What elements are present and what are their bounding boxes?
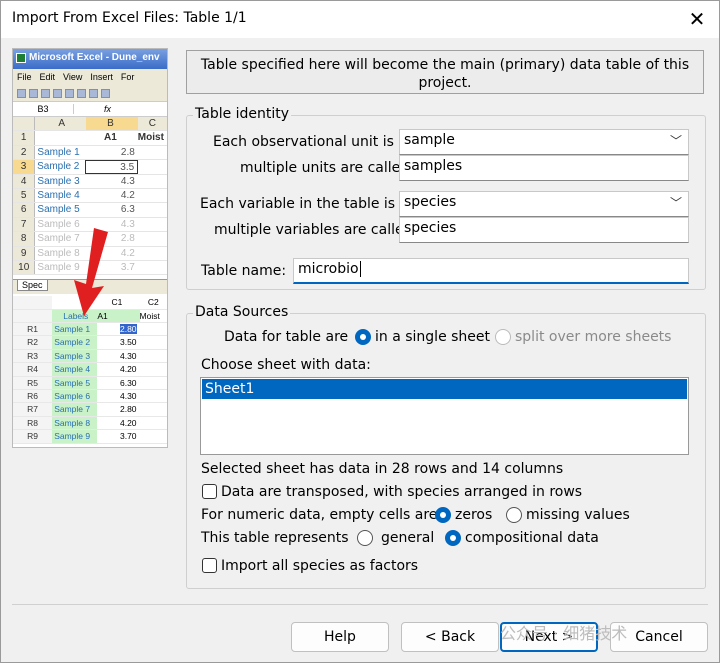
close-button[interactable]: ✕	[674, 0, 720, 38]
red-arrow-icon	[74, 228, 108, 316]
represents-label: This table represents	[201, 530, 349, 546]
list-item: Sample 3	[52, 349, 98, 363]
excel-cell-ref: B3	[13, 104, 74, 114]
missing-values-radio[interactable]	[506, 507, 522, 523]
header-cell: A1	[104, 132, 117, 144]
back-button[interactable]: < Back	[401, 622, 499, 652]
col-header: C	[137, 117, 167, 131]
sheet-listbox[interactable]: Sheet1	[200, 377, 689, 455]
title-bar: Import From Excel Files: Table 1/1 ✕	[0, 0, 720, 38]
data-sources-title: Data Sources	[193, 304, 291, 320]
excel-menu-view: View	[63, 72, 83, 82]
split-sheets-label[interactable]: split over more sheets	[515, 329, 671, 345]
window-title: Import From Excel Files: Table 1/1	[12, 10, 247, 26]
variable-select[interactable]: species ﹀	[399, 191, 689, 217]
col-header: A	[35, 117, 87, 131]
watermark: 公众号 · 细猪技术	[500, 624, 628, 643]
list-item: Sample 4	[52, 363, 98, 376]
spec-grid: C1 C2 Labels A1 Moist R1 Sample 1 2.80 R2 Samp…	[13, 296, 167, 444]
list-item: Sample 2	[37, 161, 80, 173]
numeric-empty-label: For numeric data, empty cells are	[201, 507, 438, 523]
list-item: Sample 1	[52, 323, 98, 336]
list-item: Sample 3	[37, 175, 80, 187]
unit-select[interactable]: sample ﹀	[399, 129, 689, 155]
excel-formula-bar: B3 fx	[13, 102, 167, 117]
variables-called-field[interactable]: species	[399, 217, 689, 243]
sheet-summary: Selected sheet has data in 28 rows and 1…	[201, 461, 564, 477]
variable-label: Each variable in the table is a	[200, 196, 409, 212]
split-sheets-radio[interactable]	[495, 329, 511, 345]
general-radio[interactable]	[357, 530, 373, 546]
unit-label: Each observational unit is a	[213, 134, 407, 150]
factors-checkbox[interactable]	[202, 558, 217, 573]
single-sheet-label[interactable]: in a single sheet	[375, 329, 490, 345]
fx-icon: fx	[104, 104, 112, 114]
list-item: Sample 6	[52, 390, 98, 403]
list-item: Sample 9	[52, 430, 98, 443]
single-sheet-radio[interactable]	[355, 329, 371, 345]
transposed-label[interactable]: Data are transposed, with species arrang…	[221, 484, 582, 500]
sheet-list-item[interactable]: Sheet1	[202, 379, 687, 399]
missing-values-label[interactable]: missing values	[526, 507, 630, 523]
list-item: Sample 5	[37, 204, 80, 216]
data-for-label: Data for table are	[224, 329, 349, 345]
header-cell: Moist	[137, 132, 164, 144]
chevron-down-icon: ﹀	[669, 196, 682, 210]
list-item: Sample 7	[52, 403, 98, 416]
excel-icon	[16, 53, 26, 63]
compositional-radio[interactable]	[445, 530, 461, 546]
units-called-field[interactable]: samples	[399, 155, 689, 181]
excel-title: Microsoft Excel - Dune_env	[29, 52, 160, 63]
table-name-label: Table name:	[201, 263, 287, 279]
list-item: Sample 8	[52, 416, 98, 430]
excel-menu-format: For	[120, 72, 135, 82]
list-item: Sample 4	[37, 189, 80, 201]
list-item: Sample 5	[52, 376, 98, 390]
factors-label[interactable]: Import all species as factors	[221, 558, 418, 574]
excel-menu: File Edit View Insert For	[13, 69, 167, 85]
general-label[interactable]: general	[381, 530, 434, 546]
transposed-checkbox[interactable]	[202, 484, 217, 499]
footer-divider	[12, 604, 708, 605]
col-header: B	[86, 117, 138, 131]
chevron-down-icon: ﹀	[669, 134, 682, 148]
excel-menu-file: File	[17, 72, 32, 82]
sheet-tab: Spec	[17, 280, 48, 292]
excel-menu-insert: Insert	[90, 72, 113, 82]
zeros-radio[interactable]	[435, 507, 451, 523]
close-icon: ✕	[688, 7, 706, 31]
list-item: Sample 2	[52, 336, 98, 349]
zeros-label[interactable]: zeros	[455, 507, 492, 523]
compositional-label[interactable]: compositional data	[465, 530, 599, 546]
units-called-label: multiple units are called	[240, 160, 410, 176]
excel-toolbar	[13, 85, 167, 102]
variables-called-label: multiple variables are called	[214, 222, 413, 238]
help-button[interactable]: Help	[291, 622, 389, 652]
list-item: Sample 1	[37, 146, 80, 158]
choose-sheet-label: Choose sheet with data:	[201, 357, 371, 373]
table-identity-title: Table identity	[193, 106, 292, 122]
excel-title-bar: Microsoft Excel - Dune_env	[13, 49, 167, 69]
table-name-field[interactable]: microbio	[293, 258, 689, 284]
primary-table-banner: Table specified here will become the mai…	[186, 50, 704, 94]
excel-menu-edit: Edit	[39, 72, 56, 82]
